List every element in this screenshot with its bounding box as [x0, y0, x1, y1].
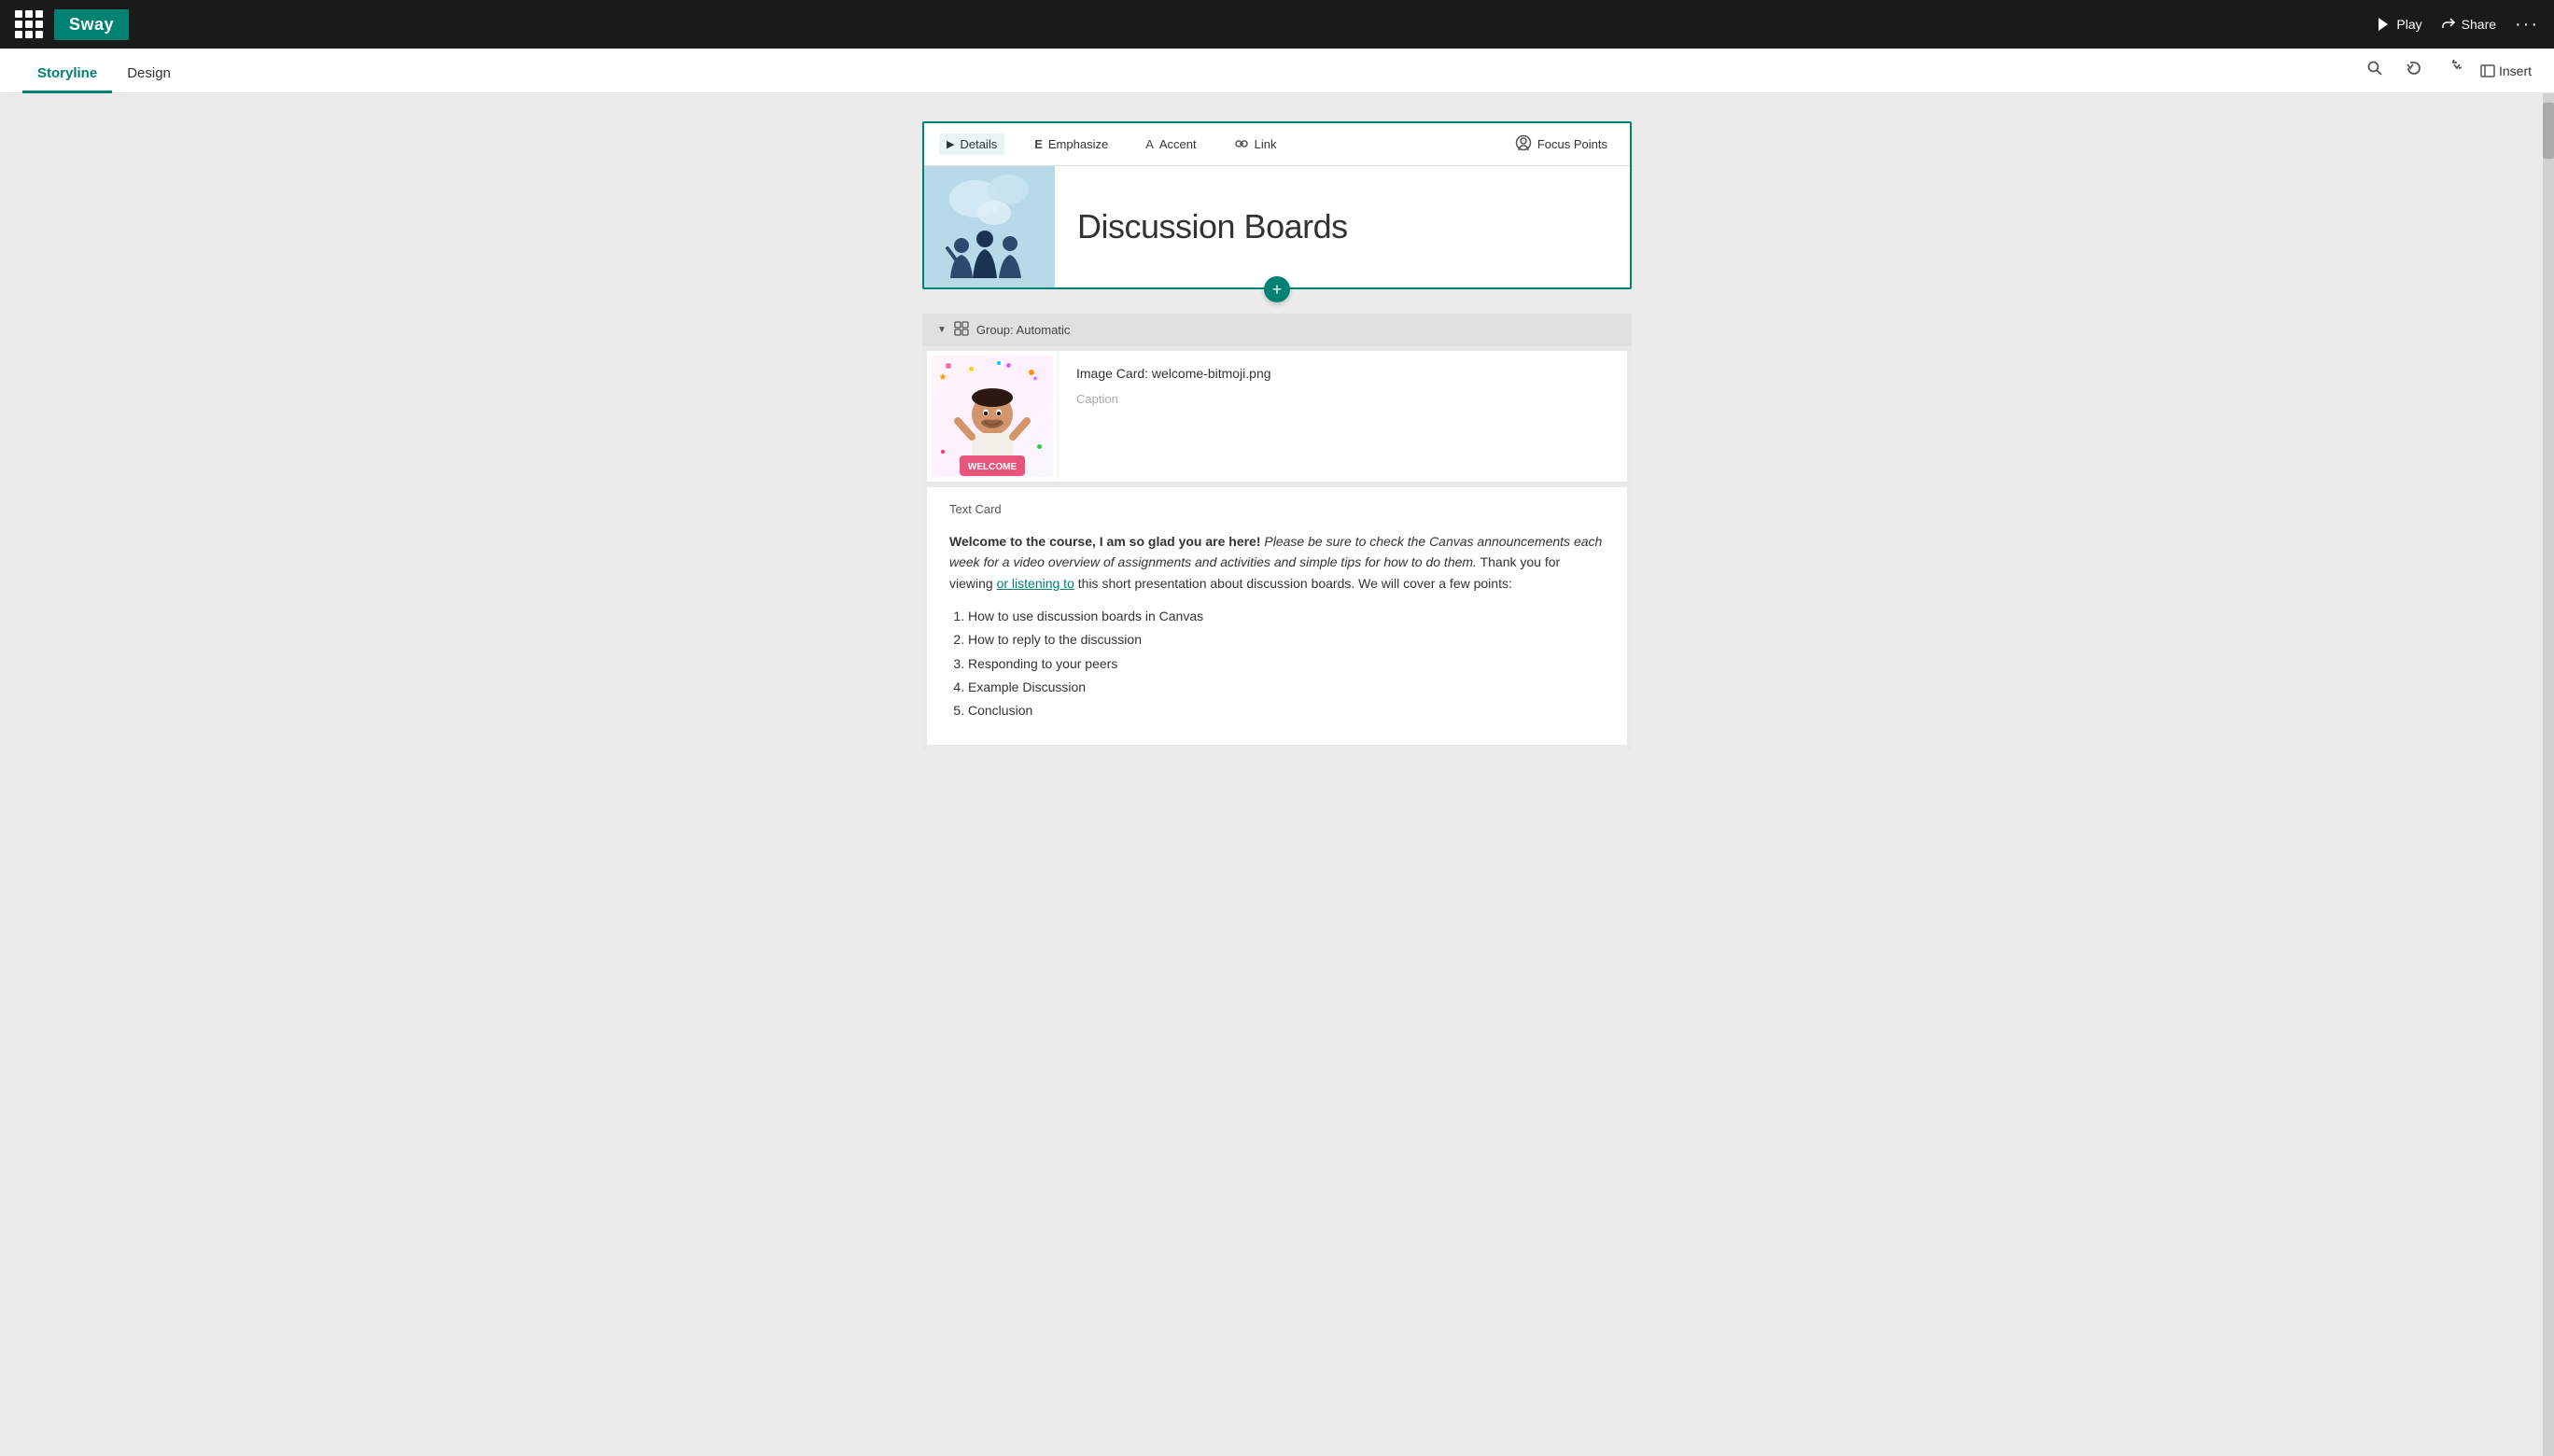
- group-header[interactable]: ▼ Group: Automatic: [922, 314, 1632, 346]
- more-button[interactable]: ···: [2515, 14, 2539, 35]
- image-card-thumbnail: ★ ★: [927, 351, 1058, 482]
- link-button[interactable]: Link: [1227, 133, 1284, 155]
- tab-bar-right: Insert: [2363, 56, 2532, 92]
- text-card-title: Text Card: [949, 502, 1605, 516]
- details-toolbar: ▶ Details E Emphasize A Accent Link: [924, 123, 1630, 166]
- list-item: How to use discussion boards in Canvas: [968, 605, 1605, 628]
- main-content: ▶ Details E Emphasize A Accent Link: [0, 93, 2554, 1456]
- link-icon: [1234, 137, 1249, 151]
- scrollbar-track[interactable]: [2543, 93, 2554, 1456]
- details-button[interactable]: ▶ Details: [939, 133, 1004, 155]
- image-card: ★ ★: [926, 350, 1628, 483]
- app-logo: Sway: [54, 9, 129, 40]
- accent-icon: A: [1145, 137, 1154, 151]
- image-card-caption[interactable]: Caption: [1076, 392, 1608, 406]
- details-title-area[interactable]: Discussion Boards: [1055, 189, 1630, 265]
- focus-points-button[interactable]: Focus Points: [1508, 131, 1615, 158]
- details-card: ▶ Details E Emphasize A Accent Link: [922, 121, 1632, 289]
- focus-points-icon: [1515, 134, 1532, 154]
- details-image: [924, 166, 1055, 287]
- image-card-content: Image Card: welcome-bitmoji.png Caption: [1058, 351, 1627, 482]
- list-item: Example Discussion: [968, 676, 1605, 699]
- search-button[interactable]: [2363, 56, 2387, 85]
- tab-design[interactable]: Design: [112, 56, 186, 93]
- header-illustration: [924, 166, 1055, 287]
- tab-bar: Storyline Design Insert: [0, 49, 2554, 93]
- list-item: How to reply to the discussion: [968, 628, 1605, 651]
- svg-text:WELCOME: WELCOME: [967, 462, 1017, 472]
- accent-button[interactable]: A Accent: [1138, 133, 1203, 155]
- waffle-icon[interactable]: [15, 10, 43, 38]
- top-bar-actions: Play Share ···: [2376, 14, 2539, 35]
- group-section: ▼ Group: Automatic: [922, 314, 1632, 749]
- emphasize-icon: E: [1034, 137, 1043, 151]
- play-button[interactable]: Play: [2376, 17, 2421, 32]
- insert-button[interactable]: Insert: [2480, 63, 2532, 78]
- text-card: Text Card Welcome to the course, I am so…: [926, 486, 1628, 746]
- tab-storyline[interactable]: Storyline: [22, 56, 112, 93]
- details-body: Discussion Boards: [924, 166, 1630, 287]
- text-card-list: How to use discussion boards in Canvas H…: [968, 605, 1605, 722]
- text-bold-intro: Welcome to the course, I am so glad you …: [949, 534, 1261, 549]
- image-card-title: Image Card: welcome-bitmoji.png: [1076, 366, 1608, 381]
- top-bar: Sway Play Share ···: [0, 0, 2554, 49]
- share-button[interactable]: Share: [2441, 17, 2496, 32]
- text-card-body[interactable]: Welcome to the course, I am so glad you …: [949, 531, 1605, 722]
- undo-button[interactable]: [2402, 56, 2426, 85]
- list-item: Responding to your peers: [968, 652, 1605, 676]
- redo-button[interactable]: [2441, 56, 2465, 85]
- group-label: Group: Automatic: [976, 323, 1070, 337]
- add-content-button[interactable]: +: [1264, 276, 1290, 302]
- group-collapse-icon: ▼: [937, 325, 947, 335]
- or-listening-link[interactable]: or listening to: [997, 576, 1074, 591]
- emphasize-button[interactable]: E Emphasize: [1027, 133, 1116, 155]
- group-layout-icon: [954, 321, 969, 339]
- details-title: Discussion Boards: [1077, 207, 1607, 246]
- expand-icon: ▶: [947, 138, 954, 150]
- list-item: Conclusion: [968, 699, 1605, 722]
- bitmoji-image: ★ ★: [932, 356, 1053, 477]
- scrollbar-thumb[interactable]: [2543, 103, 2554, 159]
- plus-btn-wrap: +: [1264, 276, 1290, 302]
